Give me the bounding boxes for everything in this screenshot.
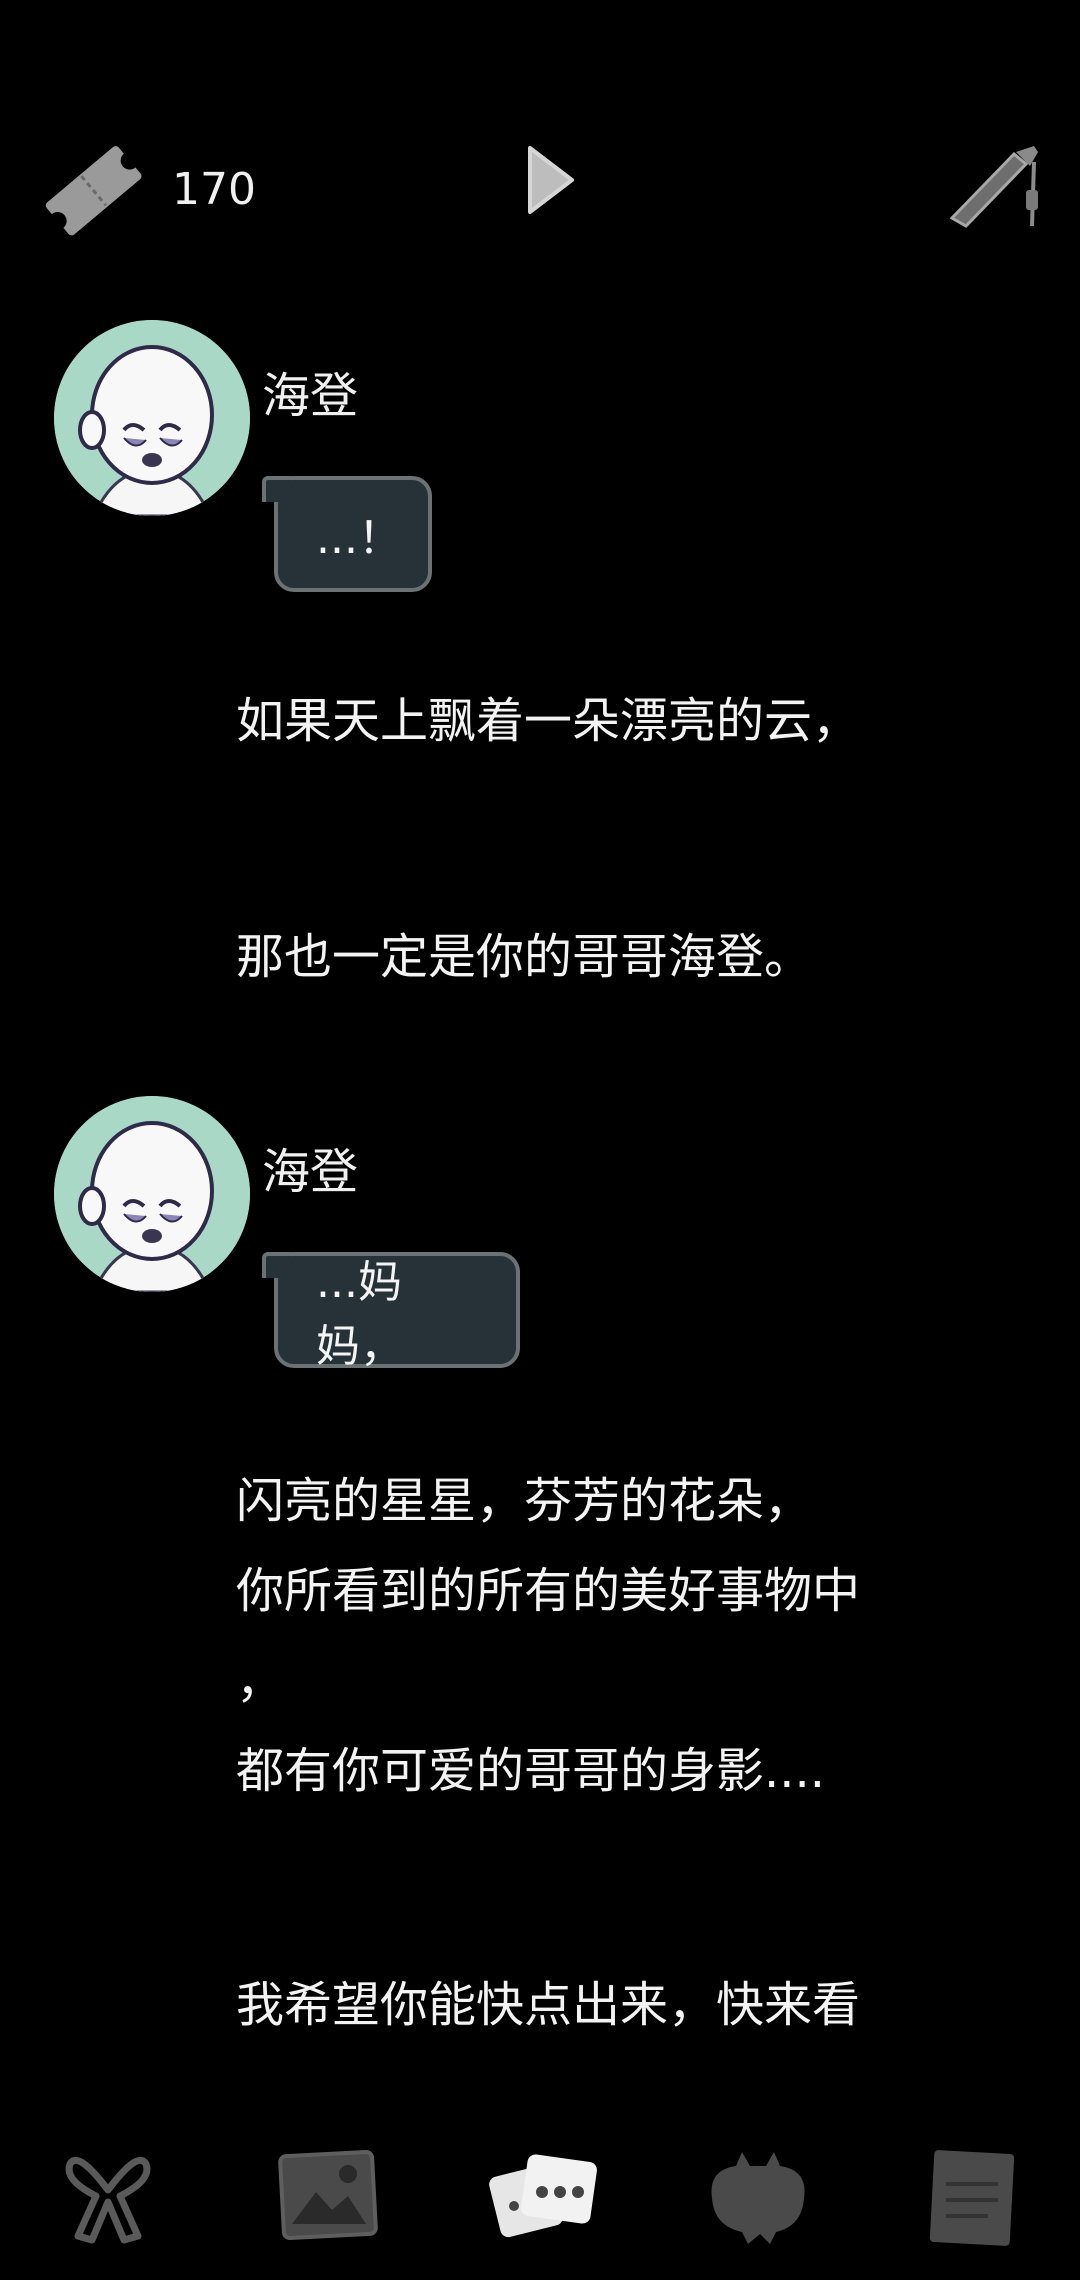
narration-line: 闪亮的星星，芬芳的花朵， — [236, 1473, 813, 1529]
narration-line: 你所看到的所有的美好事物中 — [236, 1563, 861, 1619]
speaker-name: 海登 — [262, 368, 359, 424]
avatar[interactable] — [54, 1096, 250, 1292]
narration-line: 都有你可爱的哥哥的身影.... — [236, 1743, 826, 1799]
gallery-icon[interactable] — [268, 2140, 388, 2250]
narration-line: 我希望你能快点出来，快来看 — [236, 1977, 861, 2033]
speech-bubble: ...！ — [262, 476, 432, 592]
narration-line: 如果天上飘着一朵漂亮的云， — [236, 693, 861, 749]
bottom-nav — [0, 2120, 1080, 2280]
ticket-count: 170 — [172, 164, 256, 215]
chat-cards-icon[interactable] — [480, 2140, 600, 2250]
narration-line: ， — [236, 1653, 285, 1709]
narration-line: 那也一定是你的哥哥海登。 — [236, 929, 813, 985]
chat-log[interactable]: 海登 ...！ 如果天上飘着一朵漂亮的云， 那也一定是你的哥哥海登。 海登 ..… — [0, 300, 1080, 2100]
play-icon[interactable] — [520, 140, 580, 220]
ribbon-icon[interactable] — [48, 2140, 168, 2250]
avatar[interactable] — [54, 320, 250, 516]
monster-icon[interactable] — [698, 2140, 818, 2250]
speaker-name: 海登 — [262, 1144, 359, 1200]
speech-bubble: ...妈妈， — [262, 1252, 520, 1372]
ticket-icon[interactable] — [38, 140, 148, 240]
notes-icon[interactable] — [912, 2140, 1032, 2250]
top-bar: 170 — [0, 0, 1080, 280]
pen-icon[interactable] — [944, 140, 1044, 240]
